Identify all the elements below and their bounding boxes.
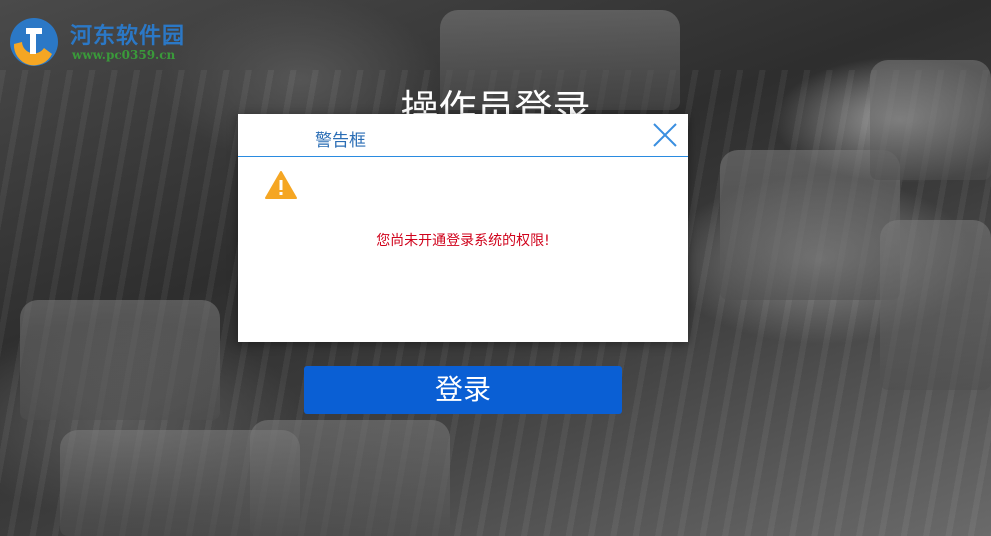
watermark-logo-icon — [10, 18, 58, 66]
warning-icon — [265, 171, 297, 199]
dialog-header: 警告框 — [238, 114, 688, 157]
warning-dialog: 警告框 您尚未开通登录系统的权限! — [238, 114, 688, 342]
background-car — [20, 300, 220, 420]
close-icon[interactable] — [650, 120, 680, 150]
dialog-title: 警告框 — [315, 131, 366, 151]
login-button[interactable]: 登录 — [304, 366, 622, 414]
watermark-title: 河东软件园 — [70, 23, 186, 49]
background-car — [250, 420, 450, 536]
dialog-message: 您尚未开通登录系统的权限! — [376, 233, 550, 249]
watermark-url: www.pc0359.cn — [72, 48, 176, 62]
site-watermark: 河东软件园 www.pc0359.cn — [6, 10, 226, 70]
background-car — [880, 220, 991, 390]
